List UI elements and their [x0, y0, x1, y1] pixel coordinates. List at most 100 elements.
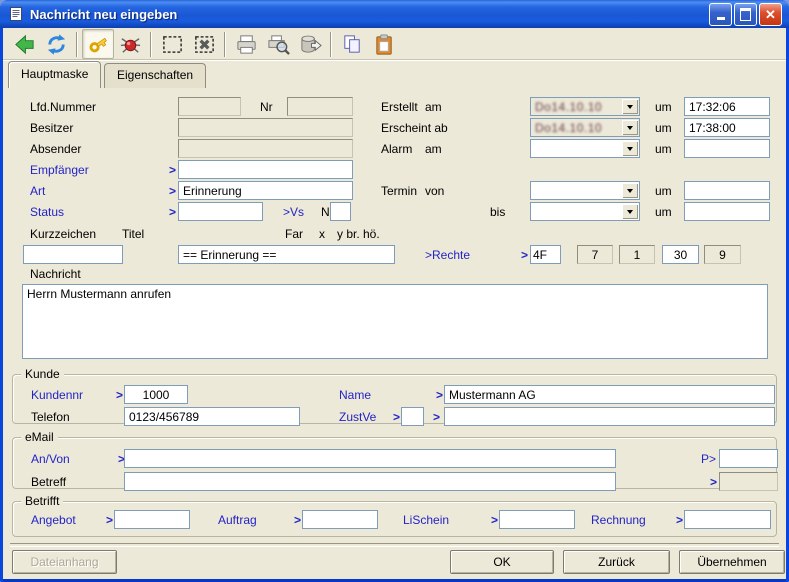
vs-label[interactable]: >Vs	[283, 205, 304, 219]
an-von-field[interactable]	[124, 449, 616, 468]
close-button[interactable]: ✕	[759, 3, 782, 26]
dropdown-arrow-icon[interactable]	[622, 99, 638, 114]
empfaenger-arrow[interactable]: >	[169, 163, 176, 177]
zustve-field-2[interactable]	[444, 407, 775, 426]
angebot-arrow[interactable]: >	[106, 513, 113, 527]
email-legend: eMail	[21, 430, 58, 444]
dropdown-arrow-icon[interactable]	[622, 141, 638, 156]
n-label: N	[321, 205, 330, 219]
rechte-field[interactable]	[530, 245, 561, 264]
back-button[interactable]	[8, 29, 40, 59]
rechnung-field[interactable]	[684, 510, 771, 529]
rechte-arrow[interactable]: >	[521, 248, 528, 262]
name-label[interactable]: Name	[339, 388, 371, 402]
dropdown-arrow-icon[interactable]	[622, 120, 638, 135]
termin-label: Termin	[381, 184, 417, 198]
erstellt-time-field[interactable]	[684, 97, 770, 116]
an-von-label[interactable]: An/Von	[31, 452, 70, 466]
rechnung-label[interactable]: Rechnung	[591, 513, 646, 527]
tab-eigenschaften[interactable]: Eigenschaften	[104, 63, 206, 88]
refresh-icon	[45, 33, 68, 56]
alarm-am-label: am	[425, 142, 442, 156]
p-field[interactable]	[719, 449, 778, 468]
art-arrow[interactable]: >	[169, 184, 176, 198]
name-field[interactable]	[444, 385, 775, 404]
dropdown-arrow-icon[interactable]	[622, 183, 638, 198]
angebot-field[interactable]	[114, 510, 190, 529]
cancel-selection-icon	[193, 33, 216, 56]
titlebar: Nachricht neu eingeben ✕	[0, 0, 789, 28]
auftrag-field[interactable]	[302, 510, 378, 529]
art-label[interactable]: Art	[30, 184, 45, 198]
name-arrow[interactable]: >	[436, 388, 443, 402]
kurzzeichen-field[interactable]	[23, 245, 123, 264]
print-preview-button[interactable]	[262, 29, 294, 59]
telefon-field[interactable]	[124, 407, 300, 426]
angebot-label[interactable]: Angebot	[31, 513, 76, 527]
print-button[interactable]	[230, 29, 262, 59]
kundennr-field[interactable]	[124, 385, 188, 404]
database-export-icon	[299, 33, 322, 56]
lischein-field[interactable]	[499, 510, 575, 529]
betreff-field[interactable]	[124, 472, 616, 491]
lischein-arrow[interactable]: >	[491, 513, 498, 527]
betrifft-group: Betrifft Angebot > Auftrag > LiSchein > …	[12, 501, 777, 537]
bis-dropdown[interactable]	[530, 202, 640, 221]
nachricht-label: Nachricht	[30, 267, 81, 281]
cancel-selection-button[interactable]	[188, 29, 220, 59]
zustve-arrow-1[interactable]: >	[393, 410, 400, 424]
refresh-button[interactable]	[40, 29, 72, 59]
spider-button[interactable]	[114, 29, 146, 59]
rechte-box-4	[704, 245, 741, 264]
alarm-date-dropdown[interactable]	[530, 139, 640, 158]
titel-field[interactable]	[178, 245, 395, 264]
termin-time-field[interactable]	[684, 181, 770, 200]
empfaenger-field[interactable]	[178, 160, 353, 179]
betreff-arrow[interactable]: >	[710, 475, 717, 489]
status-label[interactable]: Status	[30, 205, 64, 219]
zustve-field-1[interactable]	[401, 407, 424, 426]
database-export-button[interactable]	[294, 29, 326, 59]
status-arrow[interactable]: >	[169, 205, 176, 219]
ok-button[interactable]: OK	[450, 550, 554, 574]
nachricht-textarea[interactable]: Herrn Mustermann anrufen	[22, 284, 768, 359]
toolbar-separator	[76, 32, 78, 57]
tab-hauptmaske[interactable]: Hauptmaske	[8, 61, 101, 88]
maximize-button[interactable]	[734, 3, 757, 26]
bis-value	[531, 203, 621, 220]
paste-button[interactable]	[368, 29, 400, 59]
absender-field	[178, 139, 353, 158]
erstellt-date-dropdown[interactable]: Do14.10.10	[530, 97, 640, 116]
status-field[interactable]	[178, 202, 263, 221]
art-field[interactable]	[178, 181, 353, 200]
lischein-label[interactable]: LiSchein	[403, 513, 449, 527]
copy-button[interactable]	[336, 29, 368, 59]
rechte-box-3[interactable]	[662, 245, 699, 264]
zustve-arrow-2[interactable]: >	[433, 410, 440, 424]
zurueck-button[interactable]: Zurück	[563, 550, 670, 574]
empfaenger-label[interactable]: Empfänger	[30, 163, 89, 177]
uebernehmen-button[interactable]: Übernehmen	[679, 550, 785, 574]
ybr-label: y br. hö.	[337, 227, 380, 241]
termin-von-dropdown[interactable]	[530, 181, 640, 200]
bis-time-field[interactable]	[684, 202, 770, 221]
minimize-button[interactable]	[709, 3, 732, 26]
erscheint-time-field[interactable]	[684, 118, 770, 137]
selection-box-button[interactable]	[156, 29, 188, 59]
erscheint-date-dropdown[interactable]: Do14.10.10	[530, 118, 640, 137]
erstellt-um-label: um	[655, 100, 672, 114]
n-field[interactable]	[330, 202, 351, 221]
rechte-label[interactable]: >Rechte	[425, 248, 470, 262]
auftrag-arrow[interactable]: >	[294, 513, 301, 527]
auftrag-label[interactable]: Auftrag	[218, 513, 257, 527]
dropdown-arrow-icon[interactable]	[622, 204, 638, 219]
kunde-legend: Kunde	[21, 367, 64, 381]
kundennr-label[interactable]: Kundennr	[31, 388, 83, 402]
alarm-time-field[interactable]	[684, 139, 770, 158]
rechnung-arrow[interactable]: >	[676, 513, 683, 527]
key-button[interactable]	[82, 29, 114, 59]
p-label[interactable]: P>	[701, 452, 716, 466]
print-icon	[235, 33, 258, 56]
zustve-label[interactable]: ZustVe	[339, 410, 376, 424]
kundennr-arrow[interactable]: >	[116, 388, 123, 402]
